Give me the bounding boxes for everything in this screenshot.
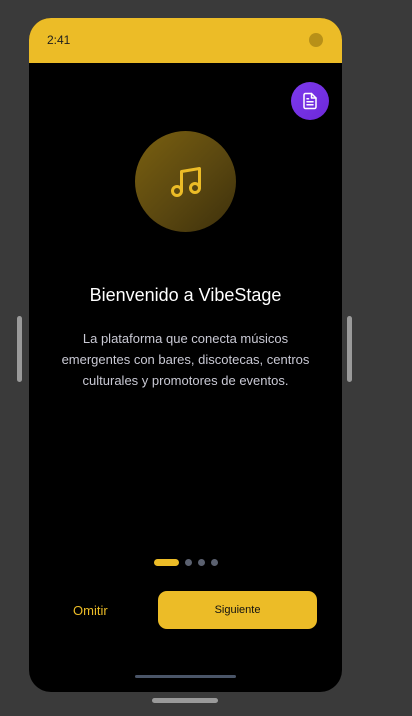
skip-button[interactable]: Omitir bbox=[73, 603, 108, 618]
page-dot-3[interactable] bbox=[198, 559, 205, 566]
status-bar: 2:41 bbox=[29, 18, 342, 63]
music-note-icon bbox=[170, 166, 201, 197]
document-icon bbox=[303, 92, 317, 110]
page-dot-2[interactable] bbox=[185, 559, 192, 566]
camera-icon bbox=[309, 33, 323, 47]
onboarding-description: La plataforma que conecta músicos emerge… bbox=[61, 331, 310, 388]
onboarding-title: Bienvenido a VibeStage bbox=[89, 285, 282, 305]
document-button[interactable] bbox=[291, 82, 329, 120]
page-indicator bbox=[154, 559, 218, 566]
right-side-handle[interactable] bbox=[347, 316, 352, 382]
left-side-handle[interactable] bbox=[17, 316, 22, 382]
next-button[interactable]: Siguiente bbox=[158, 591, 317, 629]
phone-frame: 2:41 Bienvenido a VibeStage La plataform… bbox=[29, 18, 342, 692]
page-dot-4[interactable] bbox=[211, 559, 218, 566]
music-illustration bbox=[135, 131, 236, 232]
status-time: 2:41 bbox=[47, 33, 71, 47]
page-dot-1[interactable] bbox=[154, 559, 179, 566]
home-indicator[interactable] bbox=[135, 675, 236, 678]
bottom-resize-handle[interactable] bbox=[152, 698, 218, 703]
